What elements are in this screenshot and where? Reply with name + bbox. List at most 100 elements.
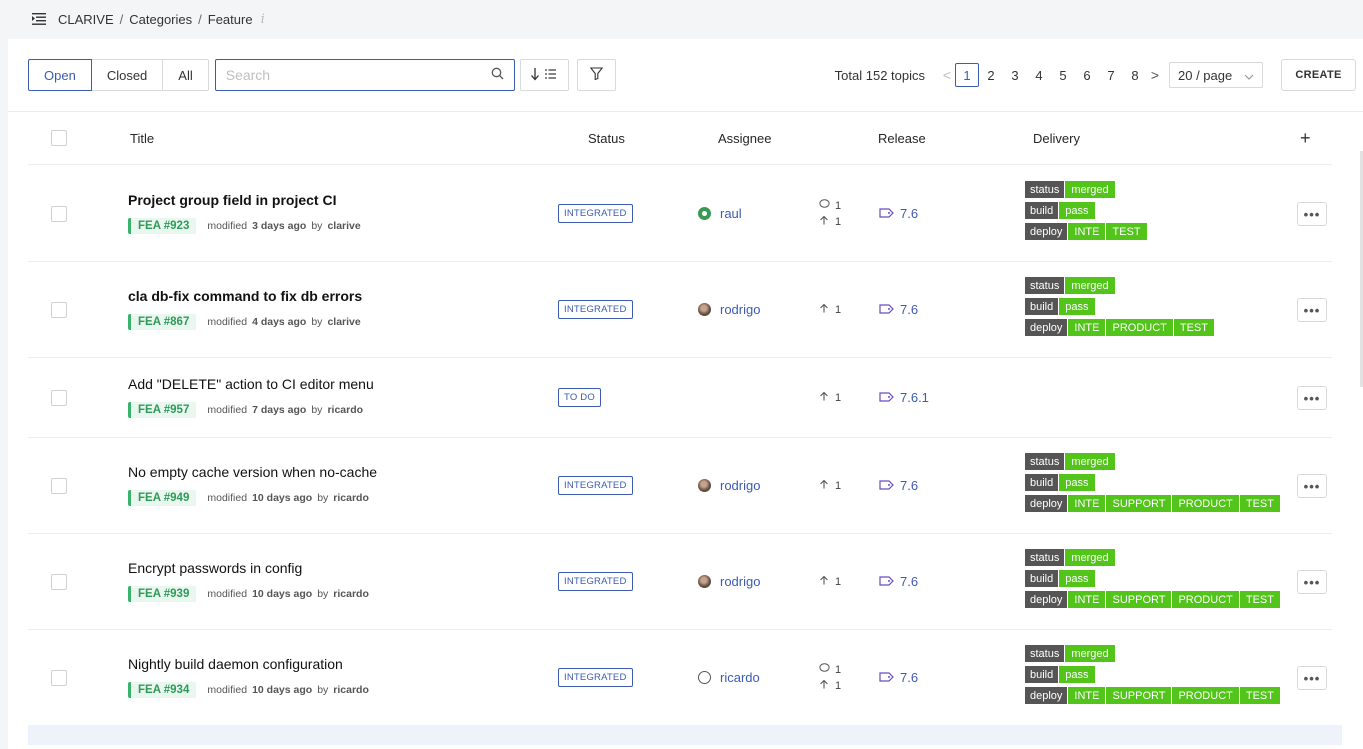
search-icon[interactable] bbox=[491, 67, 504, 83]
assignee[interactable]: rodrigo bbox=[698, 478, 760, 493]
release[interactable]: 7.6 bbox=[879, 478, 918, 493]
release[interactable]: 7.6 bbox=[879, 670, 918, 685]
row-checkbox[interactable] bbox=[51, 206, 67, 222]
release[interactable]: 7.6.1 bbox=[879, 390, 929, 405]
topic-id-tag[interactable]: FEA #949 bbox=[128, 490, 197, 506]
breadcrumb-categories[interactable]: Categories bbox=[129, 12, 192, 27]
topic-id-tag[interactable]: FEA #957 bbox=[128, 402, 197, 418]
next-page-chevron-icon[interactable]: > bbox=[1147, 67, 1163, 83]
more-actions-button[interactable]: ••• bbox=[1297, 570, 1327, 594]
page-size-select[interactable]: 20 / page bbox=[1169, 62, 1263, 88]
breadcrumb-root[interactable]: CLARIVE bbox=[58, 12, 114, 27]
row-checkbox[interactable] bbox=[51, 670, 67, 686]
sort-button[interactable] bbox=[519, 59, 569, 91]
release[interactable]: 7.6 bbox=[879, 206, 918, 221]
arrow-up-icon[interactable] bbox=[818, 678, 830, 694]
column-assignee[interactable]: Assignee bbox=[718, 112, 771, 164]
assignee[interactable]: raul bbox=[698, 206, 742, 221]
arrow-up-icon[interactable] bbox=[818, 390, 830, 406]
status-badge[interactable]: INTEGRATED bbox=[558, 204, 633, 223]
arrow-up-icon[interactable] bbox=[818, 214, 830, 230]
release[interactable]: 7.6 bbox=[879, 302, 918, 317]
assignee-name[interactable]: rodrigo bbox=[720, 574, 760, 589]
arrow-up-icon[interactable] bbox=[818, 302, 830, 318]
page-6[interactable]: 6 bbox=[1075, 63, 1099, 87]
assignee-name[interactable]: rodrigo bbox=[720, 302, 760, 317]
table-row[interactable]: Add "DELETE" action to CI editor menu FE… bbox=[28, 358, 1332, 438]
assignee[interactable]: rodrigo bbox=[698, 302, 760, 317]
author-name: ricardo bbox=[333, 684, 369, 696]
row-checkbox[interactable] bbox=[51, 478, 67, 494]
page-2[interactable]: 2 bbox=[979, 63, 1003, 87]
page-3[interactable]: 3 bbox=[1003, 63, 1027, 87]
page-4[interactable]: 4 bbox=[1027, 63, 1051, 87]
table-row[interactable]: Nightly build daemon configuration FEA #… bbox=[28, 630, 1332, 726]
status-badge[interactable]: TO DO bbox=[558, 388, 601, 407]
create-button[interactable]: CREATE bbox=[1281, 59, 1356, 91]
more-actions-button[interactable]: ••• bbox=[1297, 202, 1327, 226]
more-actions-button[interactable]: ••• bbox=[1297, 666, 1327, 690]
topic-title[interactable]: Add "DELETE" action to CI editor menu bbox=[128, 376, 374, 392]
page-1[interactable]: 1 bbox=[955, 63, 979, 87]
assignee-name[interactable]: ricardo bbox=[720, 670, 760, 685]
release-version[interactable]: 7.6 bbox=[900, 302, 918, 317]
row-checkbox[interactable] bbox=[51, 574, 67, 590]
arrow-up-icon[interactable] bbox=[818, 478, 830, 494]
search-input[interactable] bbox=[225, 67, 491, 83]
table-row[interactable]: Project group field in project CI FEA #9… bbox=[28, 165, 1332, 262]
assignee-name[interactable]: rodrigo bbox=[720, 478, 760, 493]
release[interactable]: 7.6 bbox=[879, 574, 918, 589]
assignee[interactable]: ricardo bbox=[698, 670, 760, 685]
row-checkbox[interactable] bbox=[51, 302, 67, 318]
status-badge[interactable]: INTEGRATED bbox=[558, 572, 633, 591]
upvote-count: 1 bbox=[818, 574, 841, 590]
status-badge[interactable]: INTEGRATED bbox=[558, 300, 633, 319]
menu-toggle-icon[interactable] bbox=[32, 12, 48, 28]
release-version[interactable]: 7.6 bbox=[900, 478, 918, 493]
filter-all-button[interactable]: All bbox=[162, 59, 209, 91]
row-checkbox[interactable] bbox=[51, 390, 67, 406]
topic-id-tag[interactable]: FEA #934 bbox=[128, 682, 197, 698]
release-version[interactable]: 7.6 bbox=[900, 670, 918, 685]
status-badge[interactable]: INTEGRATED bbox=[558, 476, 633, 495]
table-row[interactable]: cla db-fix command to fix db errors FEA … bbox=[28, 262, 1332, 358]
page-5[interactable]: 5 bbox=[1051, 63, 1075, 87]
release-version[interactable]: 7.6 bbox=[900, 206, 918, 221]
topic-title[interactable]: cla db-fix command to fix db errors bbox=[128, 288, 362, 304]
table-row[interactable]: Encrypt passwords in config FEA #939 mod… bbox=[28, 534, 1332, 630]
select-all-checkbox[interactable] bbox=[51, 130, 67, 146]
release-version[interactable]: 7.6.1 bbox=[900, 390, 929, 405]
column-status[interactable]: Status bbox=[588, 112, 625, 164]
info-icon[interactable]: i bbox=[261, 12, 265, 27]
modified-time: 10 days ago bbox=[252, 492, 313, 504]
page-8[interactable]: 8 bbox=[1123, 63, 1147, 87]
modified-time: 7 days ago bbox=[252, 404, 307, 416]
topic-title[interactable]: Project group field in project CI bbox=[128, 192, 336, 208]
arrow-up-icon[interactable] bbox=[818, 574, 830, 590]
topic-title[interactable]: Encrypt passwords in config bbox=[128, 560, 302, 576]
column-release[interactable]: Release bbox=[878, 112, 926, 164]
topic-id-tag[interactable]: FEA #939 bbox=[128, 586, 197, 602]
column-delivery[interactable]: Delivery bbox=[1033, 112, 1080, 164]
topic-title[interactable]: No empty cache version when no-cache bbox=[128, 464, 377, 480]
column-title[interactable]: Title bbox=[130, 112, 154, 164]
release-version[interactable]: 7.6 bbox=[900, 574, 918, 589]
assignee[interactable]: rodrigo bbox=[698, 574, 760, 589]
topic-id-tag[interactable]: FEA #923 bbox=[128, 218, 197, 234]
more-actions-button[interactable]: ••• bbox=[1297, 386, 1327, 410]
filter-closed-button[interactable]: Closed bbox=[90, 59, 164, 91]
filter-button[interactable] bbox=[576, 59, 616, 91]
prev-page-chevron-icon[interactable]: < bbox=[939, 67, 955, 83]
delivery-value: pass bbox=[1058, 298, 1095, 315]
topic-title[interactable]: Nightly build daemon configuration bbox=[128, 656, 343, 672]
topic-id-tag[interactable]: FEA #867 bbox=[128, 314, 197, 330]
table-row[interactable]: No empty cache version when no-cache FEA… bbox=[28, 438, 1332, 534]
add-column-icon[interactable]: + bbox=[1300, 112, 1311, 164]
delivery-label: build bbox=[1025, 666, 1059, 683]
more-actions-button[interactable]: ••• bbox=[1297, 298, 1327, 322]
status-badge[interactable]: INTEGRATED bbox=[558, 668, 633, 687]
filter-open-button[interactable]: Open bbox=[28, 59, 92, 91]
page-7[interactable]: 7 bbox=[1099, 63, 1123, 87]
assignee-name[interactable]: raul bbox=[720, 206, 742, 221]
more-actions-button[interactable]: ••• bbox=[1297, 474, 1327, 498]
